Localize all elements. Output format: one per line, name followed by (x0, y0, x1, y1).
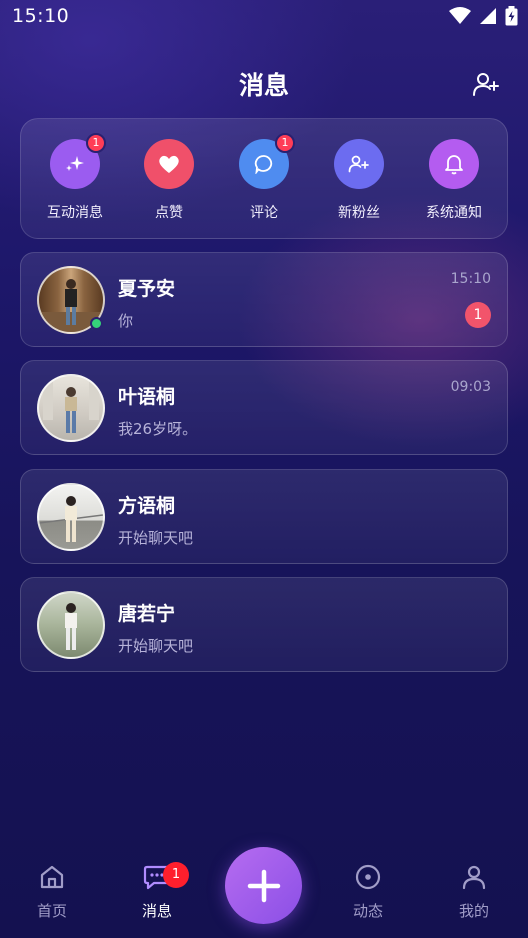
new-fans-circle (334, 139, 384, 189)
chat-preview: 你 (118, 312, 134, 330)
chat-bubble-icon (254, 155, 273, 174)
chat-item-tang-ruoning[interactable]: 唐若宁 开始聊天吧 (20, 577, 508, 672)
user-plus-icon (473, 73, 499, 96)
unread-badge: 1 (465, 302, 491, 328)
comments-circle: 1 (239, 133, 295, 189)
chat-name: 方语桐 (118, 495, 176, 517)
shortcut-comments[interactable]: 1 评论 (224, 133, 304, 222)
nav-explore[interactable]: 动态 (328, 864, 408, 921)
home-icon (40, 865, 64, 889)
chat-preview: 我26岁呀。 (118, 420, 198, 438)
nav-label: 消息 (141, 902, 172, 920)
chat-time: 15:10 (450, 271, 491, 287)
avatar (37, 591, 105, 659)
sparkle-icon (66, 156, 84, 171)
explore-icon (355, 864, 381, 890)
plus-icon (247, 869, 280, 902)
chat-time: 09:03 (450, 379, 491, 395)
wifi-icon (449, 7, 471, 24)
status-time: 15:10 (12, 5, 70, 27)
chat-preview: 开始聊天吧 (118, 529, 194, 547)
nav-messages[interactable]: 1 消息 (117, 862, 197, 921)
nav-label: 动态 (352, 902, 383, 920)
shortcut-label: 评论 (250, 205, 278, 221)
chat-name: 唐若宁 (118, 603, 176, 625)
messages-badge: 1 (163, 862, 189, 888)
status-bar: 15:10 (0, 0, 528, 34)
shortcut-new-fans[interactable]: 新粉丝 (319, 139, 399, 222)
page-title: 消息 (238, 71, 289, 100)
likes-circle (144, 139, 194, 189)
shortcut-interactions[interactable]: 1 互动消息 (35, 133, 115, 222)
bell-icon (445, 155, 463, 175)
shortcut-label: 系统通知 (426, 205, 482, 221)
status-icons (449, 6, 518, 26)
shortcut-label: 点赞 (155, 205, 183, 221)
profile-icon (462, 865, 486, 890)
add-friend-button[interactable] (472, 70, 500, 98)
nav-label: 我的 (458, 902, 489, 920)
chat-item-xia-yuan[interactable]: 夏予安 你 15:10 1 (20, 252, 508, 347)
interactions-badge: 1 (86, 133, 106, 153)
system-notice-circle (429, 139, 479, 189)
chat-name: 夏予安 (118, 278, 176, 300)
shortcut-label: 互动消息 (47, 205, 103, 221)
chat-item-ye-yutong[interactable]: 叶语桐 我26岁呀。 09:03 (20, 360, 508, 455)
nav-label: 首页 (36, 902, 67, 920)
nav-profile[interactable]: 我的 (434, 864, 514, 921)
chat-preview: 开始聊天吧 (118, 637, 194, 655)
create-post-button[interactable] (225, 847, 302, 924)
shortcut-system-notice[interactable]: 系统通知 (414, 139, 494, 222)
online-indicator (90, 317, 103, 330)
heart-icon (159, 155, 179, 173)
shortcut-panel: 1 互动消息 点赞 1 评论 新粉丝 系统通知 (20, 118, 508, 239)
avatar (37, 374, 105, 442)
user-plus-icon (348, 155, 369, 173)
comments-badge: 1 (275, 133, 295, 153)
signal-icon (480, 8, 496, 24)
interactions-circle: 1 (50, 133, 106, 189)
battery-icon (505, 6, 518, 26)
chat-name: 叶语桐 (118, 386, 176, 408)
shortcut-label: 新粉丝 (338, 205, 380, 221)
avatar (37, 483, 105, 551)
nav-home[interactable]: 首页 (12, 864, 92, 921)
chat-item-fang-yutong[interactable]: 方语桐 开始聊天吧 (20, 469, 508, 564)
shortcut-likes[interactable]: 点赞 (129, 139, 209, 222)
